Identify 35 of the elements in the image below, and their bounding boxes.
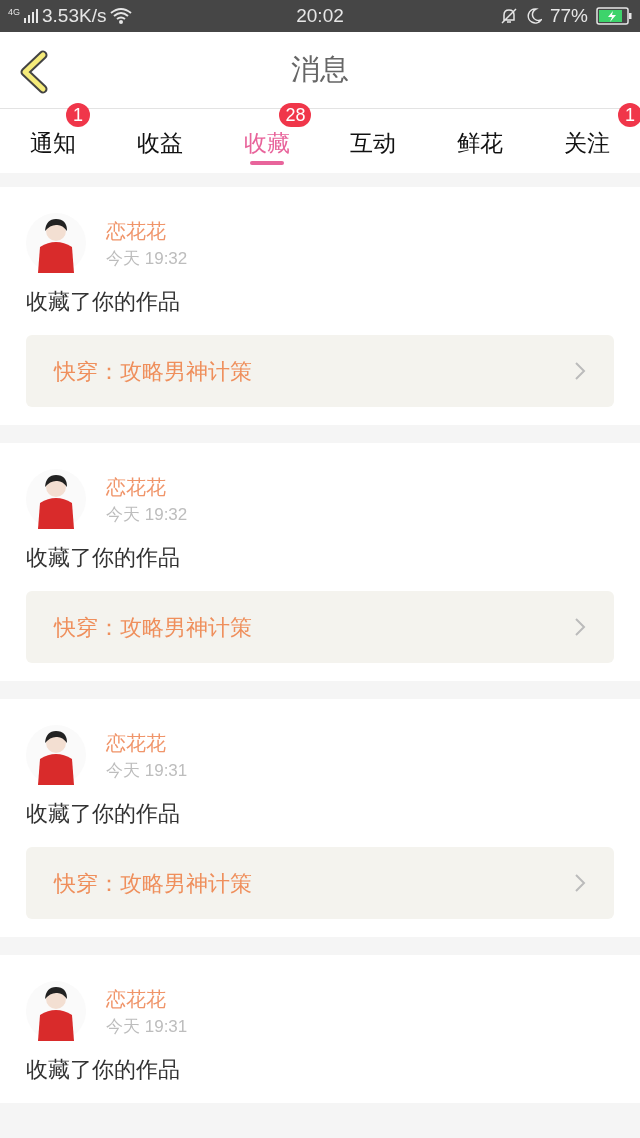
tab[interactable]: 关注 — [563, 123, 610, 163]
signal-icon — [24, 9, 38, 23]
tab[interactable]: 鲜花 — [457, 123, 503, 163]
message-text: 收藏了你的作品 — [26, 1056, 181, 1084]
chevron-right-icon — [574, 617, 586, 637]
moon-icon — [525, 7, 542, 25]
wifi-icon — [110, 7, 133, 25]
unread-badge: 28 — [279, 103, 312, 127]
work-title: 快穿：攻略男神计策 — [54, 357, 252, 386]
work-title: 快穿：攻略男神计策 — [54, 613, 252, 642]
user-name: 恋花花 — [106, 987, 167, 1012]
clock: 20:02 — [296, 3, 344, 28]
user-name: 恋花花 — [106, 731, 167, 756]
bell-off-icon — [499, 7, 518, 25]
message-time: 今天 19:31 — [106, 1016, 188, 1038]
message-time: 今天 19:31 — [106, 760, 188, 782]
unread-badge: 1 — [618, 103, 640, 127]
message-text: 收藏了你的作品 — [26, 288, 181, 316]
work-title: 快穿：攻略男神计策 — [54, 869, 252, 898]
network-type: 4G — [8, 7, 20, 17]
network-speed: 3.53K/s — [42, 3, 107, 28]
tab[interactable]: 互动 — [350, 123, 397, 163]
user-name: 恋花花 — [106, 219, 167, 244]
battery-charging-icon — [596, 7, 632, 25]
chevron-right-icon — [574, 361, 586, 381]
battery-level: 77% — [549, 3, 588, 28]
message-time: 今天 19:32 — [106, 248, 188, 270]
unread-badge: 1 — [66, 103, 91, 127]
page-title: 消息 — [291, 52, 349, 88]
message-text: 收藏了你的作品 — [26, 544, 181, 572]
user-name: 恋花花 — [106, 475, 167, 500]
message-time: 今天 19:32 — [106, 504, 188, 526]
chevron-right-icon — [574, 873, 586, 893]
message-text: 收藏了你的作品 — [26, 800, 181, 828]
tab[interactable]: 收益 — [137, 123, 183, 163]
